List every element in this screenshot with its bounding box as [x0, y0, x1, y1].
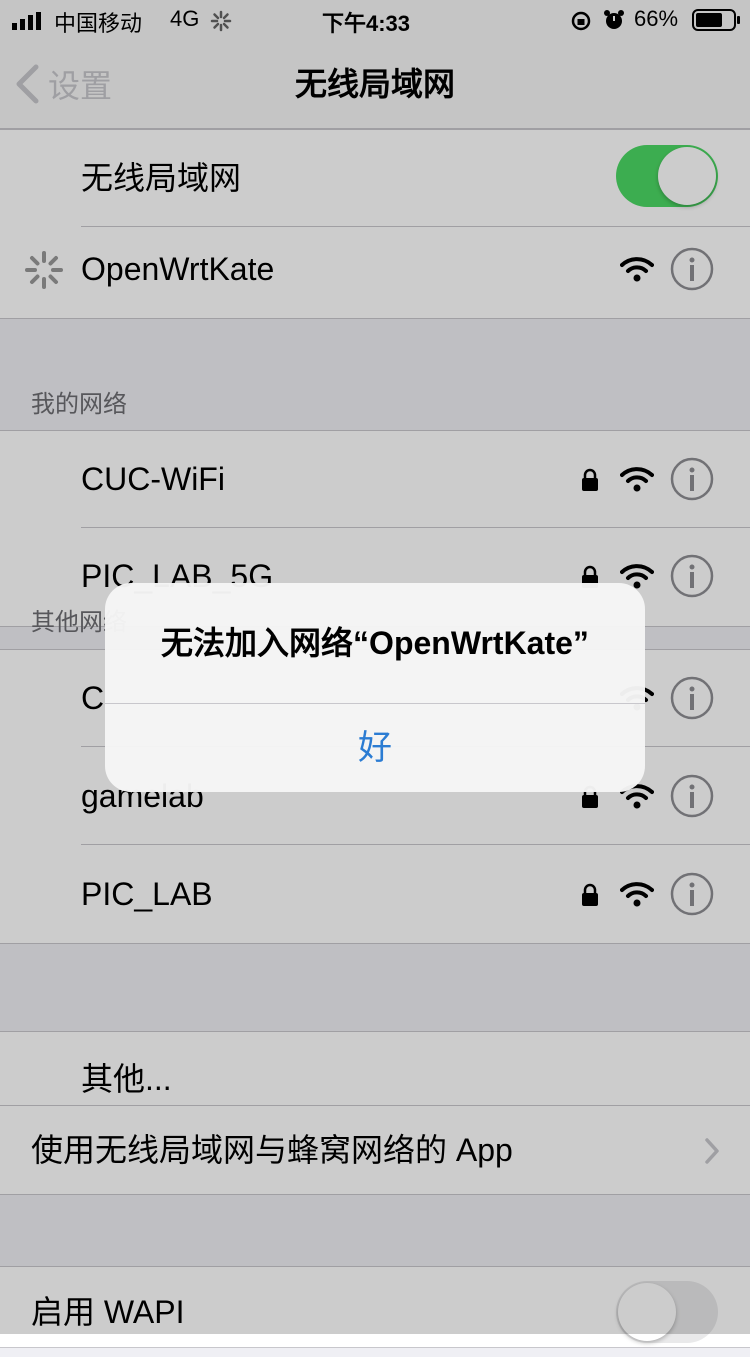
alert-dialog: 无法加入网络“OpenWrtKate” 好: [105, 583, 645, 792]
alert-title: 无法加入网络“OpenWrtKate”: [161, 625, 589, 661]
ok-button[interactable]: 好: [105, 704, 645, 792]
